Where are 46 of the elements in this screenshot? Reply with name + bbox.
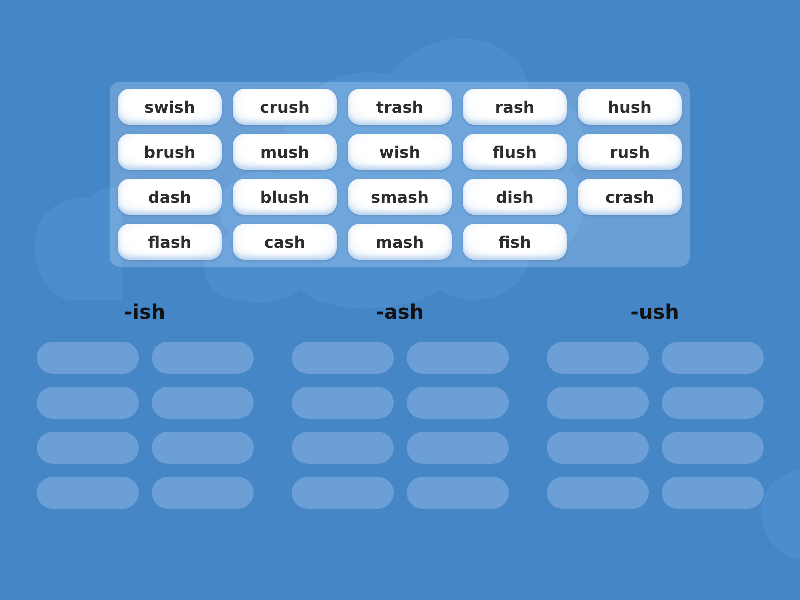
word-tile[interactable]: crash <box>578 179 682 215</box>
word-tile[interactable]: brush <box>118 134 222 170</box>
answer-box[interactable] <box>152 342 254 374</box>
word-tile[interactable]: smash <box>348 179 452 215</box>
answer-box[interactable] <box>406 342 508 374</box>
word-tile[interactable]: mash <box>348 224 452 260</box>
group-heading: -ish <box>124 301 166 323</box>
word-tile[interactable]: rush <box>578 134 682 170</box>
word-tile[interactable]: wish <box>348 134 452 170</box>
answer-box[interactable] <box>36 387 138 419</box>
answer-box[interactable] <box>292 477 394 509</box>
word-tile[interactable]: flash <box>118 224 222 260</box>
answer-box[interactable] <box>662 432 764 464</box>
answer-box[interactable] <box>662 387 764 419</box>
answer-box[interactable] <box>152 387 254 419</box>
word-tile[interactable]: dash <box>118 179 222 215</box>
answer-box[interactable] <box>406 387 508 419</box>
answer-box[interactable] <box>662 342 764 374</box>
answer-box[interactable] <box>406 432 508 464</box>
word-tile[interactable]: flush <box>463 134 567 170</box>
group-heading: -ash <box>376 301 424 323</box>
answer-box[interactable] <box>546 477 648 509</box>
word-tile[interactable]: dish <box>463 179 567 215</box>
answer-box[interactable] <box>292 342 394 374</box>
answer-box[interactable] <box>152 477 254 509</box>
word-tile[interactable]: hush <box>578 89 682 125</box>
word-tile[interactable]: crush <box>233 89 337 125</box>
answer-box[interactable] <box>36 342 138 374</box>
answer-box[interactable] <box>292 432 394 464</box>
word-tile[interactable]: rash <box>463 89 567 125</box>
word-tile[interactable]: cash <box>233 224 337 260</box>
word-tile[interactable]: fish <box>463 224 567 260</box>
answer-box[interactable] <box>546 342 648 374</box>
word-tile[interactable]: blush <box>233 179 337 215</box>
answer-box[interactable] <box>292 387 394 419</box>
answer-box[interactable] <box>152 432 254 464</box>
answer-box[interactable] <box>546 432 648 464</box>
answer-box[interactable] <box>546 387 648 419</box>
answer-box[interactable] <box>662 477 764 509</box>
word-tile[interactable]: trash <box>348 89 452 125</box>
word-tile[interactable]: swish <box>118 89 222 125</box>
group-heading: -ush <box>630 301 680 323</box>
answer-box[interactable] <box>36 432 138 464</box>
answer-box[interactable] <box>36 477 138 509</box>
answer-box[interactable] <box>406 477 508 509</box>
word-tile[interactable]: mush <box>233 134 337 170</box>
